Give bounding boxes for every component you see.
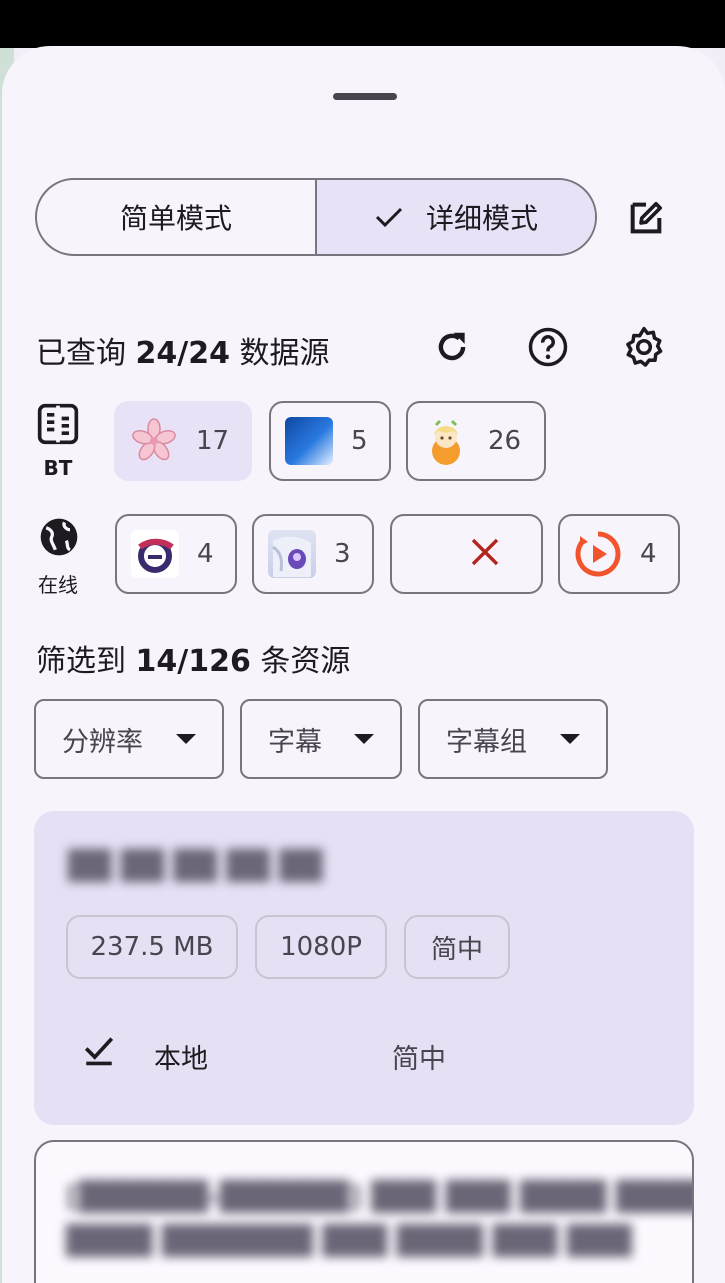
status-bar xyxy=(0,0,725,48)
result-card[interactable]: ██ ██ ██ ██ ██ 237.5 MB 1080P 简中 本地 简中 xyxy=(34,811,694,1125)
subtitle-tag: 简中 xyxy=(404,915,510,979)
error-x-icon xyxy=(470,537,500,571)
source-count: 4 xyxy=(640,539,657,569)
detailed-mode-label: 详细模式 xyxy=(425,202,538,235)
simple-mode-button[interactable]: 简单模式 xyxy=(37,180,315,254)
dropdown-arrow-icon xyxy=(560,734,580,744)
online-label: 在线 xyxy=(38,573,78,597)
anime-eye-icon xyxy=(268,530,316,578)
source-count: 17 xyxy=(196,426,230,456)
source-count: 26 xyxy=(488,426,522,456)
sakura-icon xyxy=(130,417,178,465)
result-title-line1: [██████-██████] ███ ███ ████ ████ ██ xyxy=(66,1180,694,1213)
source-count: 3 xyxy=(334,539,351,569)
subtitle-dropdown-label: 字幕 xyxy=(268,726,322,758)
size-tag: 237.5 MB xyxy=(66,915,238,979)
orange-play-icon xyxy=(574,530,622,578)
blue-sky-icon xyxy=(285,417,333,465)
edit-icon[interactable] xyxy=(622,194,670,242)
source-chip-purple-logo[interactable]: 4 xyxy=(115,514,237,594)
result-title-line2: ████ ███████ ███ ████ ███ ███ xyxy=(66,1224,632,1257)
help-icon[interactable] xyxy=(523,322,573,372)
bottom-sheet: 简单模式 详细模式 已查询 24/24 数据源 BT 17 5 26 在线 4 … xyxy=(2,46,725,1283)
resolution-dropdown-label: 分辨率 xyxy=(62,726,143,758)
drag-handle[interactable] xyxy=(333,93,397,100)
source-chip-blue-sky[interactable]: 5 xyxy=(269,401,391,481)
settings-gear-icon[interactable] xyxy=(619,322,669,372)
resolution-dropdown[interactable]: 分辨率 xyxy=(34,699,224,779)
subtitle-group-dropdown[interactable]: 字幕组 xyxy=(418,699,608,779)
subtitle-dropdown[interactable]: 字幕 xyxy=(240,699,402,779)
dropdown-arrow-icon xyxy=(176,734,196,744)
query-status: 已查询 24/24 数据源 xyxy=(36,336,330,371)
subtitle-group-dropdown-label: 字幕组 xyxy=(446,726,527,758)
source-chip-sakura[interactable]: 17 xyxy=(114,401,252,481)
bt-label: BT xyxy=(43,456,73,480)
dropdown-arrow-icon xyxy=(354,734,374,744)
source-count: 4 xyxy=(197,539,214,569)
subtitle-language: 简中 xyxy=(392,1044,446,1075)
refresh-icon[interactable] xyxy=(427,322,477,372)
globe-icon xyxy=(37,515,81,563)
query-count: 24/24 xyxy=(135,336,230,371)
check-icon xyxy=(374,205,404,229)
resolution-tag: 1080P xyxy=(255,915,387,979)
detailed-mode-button[interactable]: 详细模式 xyxy=(315,180,595,254)
location-label: 本地 xyxy=(154,1044,208,1075)
download-done-icon xyxy=(82,1033,116,1071)
mode-segmented-control: 简单模式 详细模式 xyxy=(35,178,597,256)
bt-icon xyxy=(36,402,80,450)
source-chip-anime-girl[interactable]: 26 xyxy=(406,401,546,481)
filter-status: 筛选到 14/126 条资源 xyxy=(36,644,351,679)
source-chip-anime-eye[interactable]: 3 xyxy=(252,514,374,594)
result-title: ██ ██ ██ ██ ██ xyxy=(68,849,323,882)
result-card[interactable]: [██████-██████] ███ ███ ████ ████ ██ ███… xyxy=(34,1140,694,1283)
source-count: 5 xyxy=(351,426,368,456)
anime-girl-icon xyxy=(422,417,470,465)
purple-logo-icon xyxy=(131,530,179,578)
source-chip-orange-play[interactable]: 4 xyxy=(558,514,680,594)
filter-count: 14/126 xyxy=(135,644,251,679)
simple-mode-label: 简单模式 xyxy=(119,202,232,235)
source-chip-error[interactable] xyxy=(390,514,543,594)
